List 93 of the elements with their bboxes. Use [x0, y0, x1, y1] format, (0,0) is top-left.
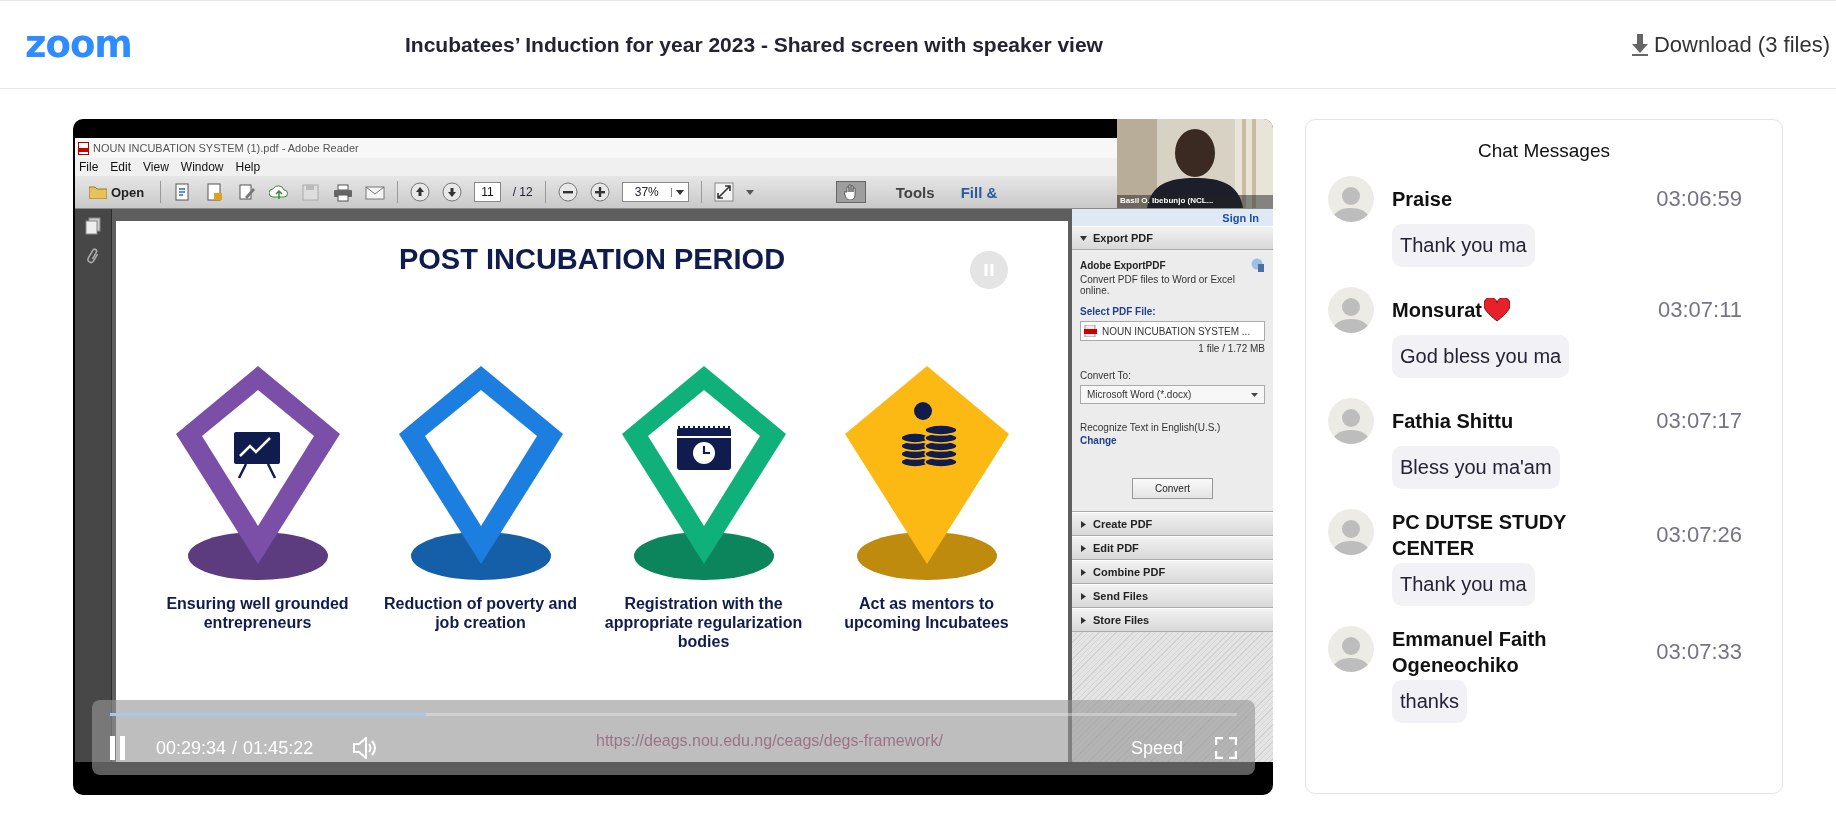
avatar-icon [1328, 626, 1374, 672]
zoom-in-icon[interactable] [589, 182, 610, 202]
print-icon[interactable] [333, 182, 354, 202]
pdf-file-icon [78, 141, 89, 155]
sign-in-link[interactable]: Sign In [1072, 209, 1273, 226]
page-number-field[interactable]: 11 [474, 182, 501, 202]
folder-icon [89, 185, 107, 199]
pages-icon[interactable] [85, 217, 101, 235]
export-icon [1251, 258, 1265, 272]
panel-section-header[interactable]: Store Files [1072, 608, 1273, 632]
file-field[interactable]: NOUN INCUBATION SYSTEM ... [1080, 321, 1265, 341]
slide-title: POST INCUBATION PERIOD [398, 243, 786, 276]
open-button[interactable]: Open [85, 182, 149, 202]
change-link[interactable]: Change [1080, 435, 1265, 446]
expand-triangle-icon [1080, 592, 1087, 600]
slide-caption: Ensuring well grounded entrepreneurs [165, 594, 350, 632]
slide-caption: Registration with the appropriate regularization bodies [603, 594, 804, 651]
time-separator: / [232, 737, 238, 759]
tools-button[interactable]: Tools [895, 183, 935, 201]
sender-name: Fathia Shittu [1392, 409, 1514, 434]
message-bubble: Thank you ma [1392, 224, 1535, 267]
expand-triangle-icon [1080, 544, 1087, 552]
menu-item[interactable]: View [143, 160, 169, 174]
slide-caption: Reduction of poverty and job creation [383, 594, 578, 632]
message-time: 03:07:33 [1656, 639, 1743, 665]
sender-name: PC DUTSE STUDY CENTER [1392, 510, 1568, 561]
zoom-level-dropdown[interactable]: 37% [621, 182, 689, 202]
panel-section-header[interactable]: Export PDF [1072, 226, 1273, 250]
panel-section-header[interactable]: Create PDF [1072, 512, 1273, 536]
hand-icon [843, 184, 858, 200]
hand-tool-button[interactable] [835, 181, 866, 203]
caret-icon [675, 189, 684, 195]
message-time: 03:07:11 [1658, 297, 1743, 323]
recognize-text: Recognize Text in English(U.S.) [1080, 422, 1222, 433]
download-icon [1631, 33, 1648, 56]
fill-sign-button[interactable]: Fill & [960, 183, 998, 201]
page-total: / 12 [512, 185, 533, 199]
caret-icon [1251, 392, 1258, 397]
panel-section-header[interactable]: Combine PDF [1072, 560, 1273, 584]
sender-name: Emmanuel Faith Ogeneochiko [1392, 627, 1548, 678]
collapse-triangle-icon [1080, 234, 1087, 242]
window-title: NOUN INCUBATION SYSTEM (1).pdf - Adobe Reader [93, 142, 359, 154]
pdf-file-icon [1084, 325, 1097, 337]
page-up-icon[interactable] [410, 182, 431, 202]
menu-item[interactable]: Help [235, 160, 261, 174]
zoom-out-icon[interactable] [557, 182, 578, 202]
menu-item[interactable]: Edit [110, 160, 132, 174]
pause-icon [970, 251, 1008, 289]
expand-triangle-icon [1080, 520, 1087, 528]
field-label: Select PDF File: [1080, 306, 1157, 317]
coins-icon [899, 402, 958, 468]
panel-section-header[interactable]: Send Files [1072, 584, 1273, 608]
avatar-icon [1328, 398, 1374, 444]
calendar-clock-icon [676, 425, 731, 470]
participant-name: Basil O. Ibebunjo (NCL... [1120, 196, 1214, 205]
panel-section-header[interactable]: Edit PDF [1072, 536, 1273, 560]
menu-item[interactable]: File [79, 160, 99, 174]
expand-icon[interactable] [713, 182, 734, 202]
field-label: Convert To: [1080, 370, 1132, 381]
message-time: 03:07:17 [1656, 408, 1743, 434]
caret-icon[interactable] [745, 189, 754, 195]
section-heading: Adobe ExportPDF [1080, 259, 1166, 271]
menu-item[interactable]: Window [180, 160, 224, 174]
recording-title: Incubatees’ Induction for year 2023 - Shared screen with speaker view [404, 32, 1104, 57]
description-text: Convert PDF files to Word or Excel online. [1080, 274, 1236, 296]
slide-caption: Act as mentors to upcoming Incubatees [843, 594, 1010, 632]
sender-name: Praise [1392, 187, 1453, 212]
file-info: 1 file / 1.72 MB [1197, 343, 1265, 354]
sender-name: Monsurat [1392, 298, 1482, 323]
message-bubble: Bless you ma'am [1392, 446, 1560, 489]
avatar-icon [1328, 176, 1374, 222]
duration: 01:45:22 [243, 737, 314, 759]
expand-triangle-icon [1080, 568, 1087, 576]
heart-icon [1484, 298, 1510, 322]
message-bubble: Thank you ma [1392, 563, 1535, 606]
avatar-icon [1328, 287, 1374, 333]
paperclip-icon[interactable] [86, 247, 100, 265]
pause-icon[interactable] [110, 736, 126, 760]
message-time: 03:06:59 [1656, 186, 1743, 212]
current-time: 00:29:34 [156, 737, 227, 759]
message-time: 03:07:26 [1656, 522, 1743, 548]
cloud-upload-icon[interactable] [269, 182, 290, 202]
expand-triangle-icon [1080, 616, 1087, 624]
avatar-icon [1328, 509, 1374, 555]
edit-icon[interactable] [237, 182, 258, 202]
page-down-icon[interactable] [442, 182, 463, 202]
message-bubble: thanks [1392, 680, 1467, 723]
format-dropdown[interactable]: Microsoft Word (*.docx) [1080, 385, 1265, 404]
presentation-chart-icon [233, 432, 280, 480]
panel-title: Chat Messages [1477, 140, 1611, 162]
message-bubble: God bless you ma [1392, 335, 1570, 378]
convert-button[interactable]: Convert [1132, 478, 1213, 499]
download-link[interactable]: Download (3 files) [1631, 31, 1830, 58]
